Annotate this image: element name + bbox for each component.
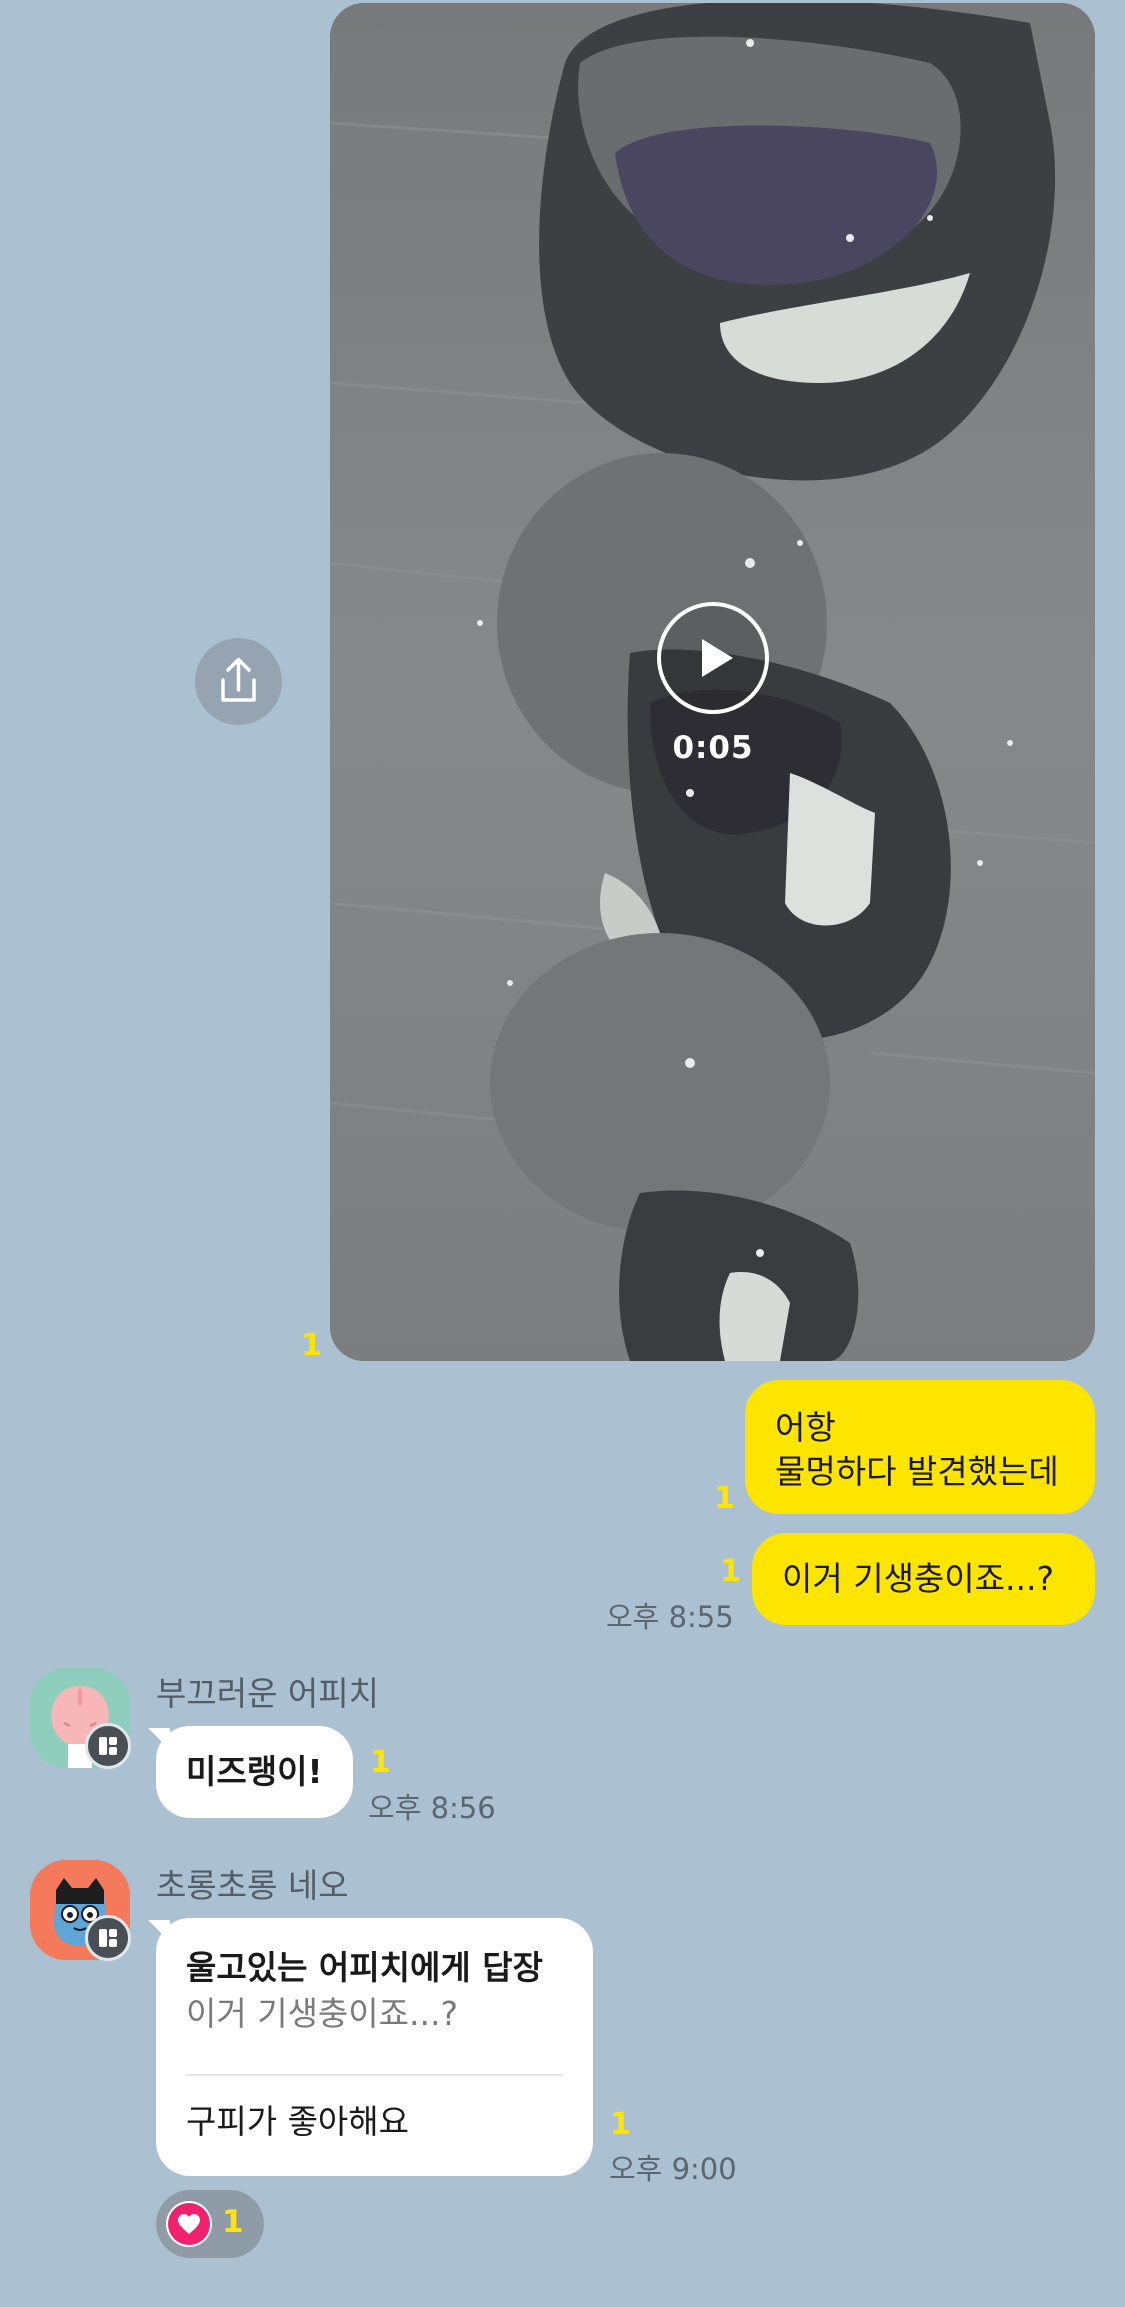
- message-time: 오후 8:55: [606, 1600, 734, 1634]
- multi-profile-icon: [99, 1737, 117, 1755]
- heart-icon: [168, 2203, 210, 2245]
- unread-count: 1: [720, 1554, 741, 1589]
- heart-icon-circle: [166, 2201, 212, 2247]
- video-message[interactable]: 0:05: [330, 3, 1095, 1361]
- message-time: 오후 9:00: [609, 2152, 737, 2186]
- sender-name: 부끄러운 어피치: [156, 1674, 380, 1713]
- my-message-bubble[interactable]: 어항 물멍하다 발견했는데: [745, 1380, 1095, 1514]
- unread-count: 1: [301, 1328, 322, 1363]
- message-time: 오후 8:56: [368, 1791, 496, 1825]
- friend-message-bubble[interactable]: 미즈랭이!: [156, 1726, 353, 1818]
- reply-quote[interactable]: 이거 기생충이죠...?: [186, 1992, 458, 2036]
- message-line: 물멍하다 발견했는데: [775, 1452, 1059, 1491]
- play-icon: [702, 639, 733, 677]
- share-icon: [221, 657, 256, 702]
- message-text: 미즈랭이!: [186, 1752, 323, 1791]
- sender-name: 초롱초롱 네오: [156, 1866, 349, 1905]
- message-text: 구피가 좋아해요: [186, 2102, 410, 2141]
- avatar-badge: [85, 1723, 131, 1769]
- unread-count: 1: [714, 1481, 735, 1516]
- share-button[interactable]: [195, 638, 282, 725]
- message-text: 이거 기생충이죠...?: [782, 1559, 1054, 1598]
- reaction-badge[interactable]: 1: [156, 2190, 264, 2258]
- avatar-badge: [85, 1915, 131, 1961]
- my-message-bubble[interactable]: 이거 기생충이죠...?: [752, 1533, 1095, 1625]
- play-button[interactable]: [657, 602, 769, 714]
- reply-divider: [186, 2074, 563, 2076]
- multi-profile-icon: [99, 1929, 117, 1947]
- unread-count: 1: [370, 1745, 391, 1780]
- message-line: 어항: [775, 1408, 836, 1447]
- video-duration: 0:05: [672, 730, 754, 766]
- reply-message-bubble[interactable]: 울고있는 어피치에게 답장 이거 기생충이죠...? 구피가 좋아해요: [156, 1918, 593, 2176]
- reply-header: 울고있는 어피치에게 답장: [186, 1948, 543, 1987]
- reaction-count: 1: [222, 2204, 244, 2240]
- unread-count: 1: [610, 2107, 631, 2142]
